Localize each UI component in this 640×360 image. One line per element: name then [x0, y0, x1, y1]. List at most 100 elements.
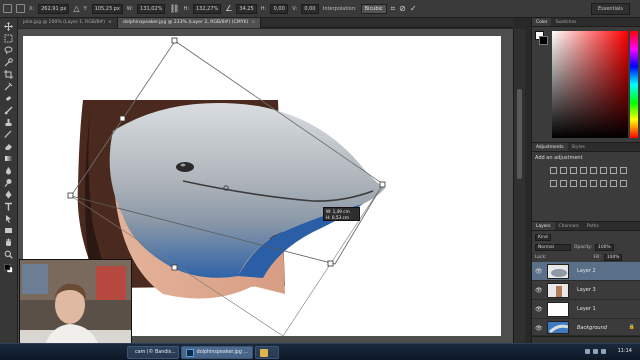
- hand-tool-icon[interactable]: [4, 238, 13, 247]
- tab-channels[interactable]: Channels: [555, 222, 583, 230]
- foreground-background-color-icon[interactable]: [4, 264, 13, 273]
- visibility-eye-icon[interactable]: 👁: [535, 306, 543, 313]
- tab-dolphinspeaker[interactable]: dolphinspeaker.jpg @ 233% (Layer 2, RGB/…: [117, 18, 262, 28]
- angle-field[interactable]: 34,25: [236, 3, 257, 14]
- visibility-eye-icon[interactable]: 👁: [535, 268, 543, 275]
- vibrance-icon[interactable]: [589, 167, 597, 174]
- pen-tool-icon[interactable]: [4, 190, 13, 199]
- taskbar-item-photoshop[interactable]: dolphinspeaker.jpg ...: [181, 346, 253, 359]
- reference-point-icon[interactable]: [16, 4, 25, 13]
- black-white-icon[interactable]: [619, 167, 627, 174]
- color-lookup-icon[interactable]: [569, 180, 577, 187]
- layer-row-background[interactable]: 👁 Background 🔒: [532, 319, 640, 336]
- network-icon[interactable]: [585, 349, 590, 354]
- hskew-field[interactable]: 0,00: [270, 3, 289, 14]
- transform-hud: W: 1,49 cm H: 0,53 cm: [323, 207, 360, 221]
- x-label: X:: [29, 5, 35, 12]
- invert-icon[interactable]: [579, 180, 587, 187]
- delta-icon[interactable]: △: [73, 4, 79, 13]
- marquee-tool-icon[interactable]: [4, 34, 13, 43]
- color-spectrum[interactable]: [552, 31, 628, 138]
- transform-handle-left-top[interactable]: [119, 115, 126, 122]
- tab-styles[interactable]: Styles: [568, 143, 589, 151]
- adjustments-title: Add an adjustment: [535, 155, 583, 161]
- transform-handle-left[interactable]: [67, 192, 74, 199]
- transform-handle-bottom[interactable]: [171, 264, 178, 271]
- blur-tool-icon[interactable]: [4, 166, 13, 175]
- threshold-icon[interactable]: [599, 180, 607, 187]
- vertical-scrollbar[interactable]: [513, 29, 525, 343]
- hue-saturation-icon[interactable]: [599, 167, 607, 174]
- background-swatch[interactable]: [539, 36, 548, 45]
- tab-adjustments[interactable]: Adjustments: [532, 143, 568, 151]
- warp-icon[interactable]: ⌗: [391, 4, 396, 13]
- tab-layers[interactable]: Layers: [532, 222, 555, 230]
- healing-brush-tool-icon[interactable]: [4, 94, 13, 103]
- tab-paths[interactable]: Paths: [583, 222, 603, 230]
- commit-transform-icon[interactable]: ✓: [410, 4, 417, 13]
- tab-swatches[interactable]: Swatches: [551, 18, 580, 26]
- tab-label: dolphinspeaker.jpg @ 233% (Layer 2, RGB/…: [122, 20, 249, 25]
- transform-handle-right[interactable]: [379, 181, 386, 188]
- x-field[interactable]: 262,91 px: [38, 3, 70, 14]
- clock[interactable]: 11:14: [618, 348, 632, 354]
- history-brush-tool-icon[interactable]: [4, 130, 13, 139]
- transform-handle-bottom-right[interactable]: [327, 260, 334, 267]
- photo-filter-icon[interactable]: [549, 180, 557, 187]
- gradient-tool-icon[interactable]: [4, 154, 13, 163]
- blend-mode-select[interactable]: Normal: [535, 243, 571, 251]
- eraser-tool-icon[interactable]: [4, 142, 13, 151]
- vskew-field[interactable]: 0,00: [300, 3, 319, 14]
- link-icon[interactable]: ⛓: [169, 4, 179, 13]
- workspace-select[interactable]: Essentials: [590, 3, 630, 15]
- interpolation-select[interactable]: Bicubic: [360, 3, 387, 14]
- gradient-map-icon[interactable]: [609, 180, 617, 187]
- selective-color-icon[interactable]: [619, 180, 627, 187]
- layer-row-layer-3[interactable]: 👁 Layer 3: [532, 281, 640, 300]
- rectangle-tool-icon[interactable]: [4, 226, 13, 235]
- fill-field[interactable]: 100%: [603, 253, 623, 261]
- volume-icon[interactable]: [593, 349, 598, 354]
- brush-tool-icon[interactable]: [4, 106, 13, 115]
- exposure-icon[interactable]: [579, 167, 587, 174]
- transform-handle-top[interactable]: [171, 37, 178, 44]
- crop-tool-icon[interactable]: [4, 70, 13, 79]
- layer-thumbnail: [547, 302, 569, 317]
- visibility-eye-icon[interactable]: 👁: [535, 287, 543, 294]
- close-icon[interactable]: ×: [108, 20, 112, 25]
- kind-filter-select[interactable]: Kind: [535, 233, 551, 241]
- cancel-transform-icon[interactable]: ⊘: [399, 4, 406, 13]
- layer-row-layer-2[interactable]: 👁 Layer 2: [532, 262, 640, 281]
- levels-icon[interactable]: [559, 167, 567, 174]
- close-icon[interactable]: ×: [251, 20, 255, 25]
- tab-jolie[interactable]: jolie.jpg @ 100% (Layer 1, RGB/8#) ×: [18, 18, 118, 28]
- width-field[interactable]: 131,02%: [137, 3, 166, 14]
- flag-icon[interactable]: [601, 349, 606, 354]
- dodge-tool-icon[interactable]: [4, 178, 13, 187]
- height-field[interactable]: 132,27%: [193, 3, 222, 14]
- channel-mixer-icon[interactable]: [559, 180, 567, 187]
- brightness-icon[interactable]: [549, 167, 557, 174]
- clone-stamp-tool-icon[interactable]: [4, 118, 13, 127]
- quick-selection-tool-icon[interactable]: [4, 58, 13, 67]
- path-selection-tool-icon[interactable]: [4, 214, 13, 223]
- taskbar-item-bandicam[interactable]: cam (© Bandis...: [127, 346, 179, 359]
- zoom-tool-icon[interactable]: [4, 250, 13, 259]
- lasso-tool-icon[interactable]: [4, 46, 13, 55]
- color-balance-icon[interactable]: [609, 167, 617, 174]
- tab-color[interactable]: Color: [532, 18, 552, 26]
- taskbar-item-folder[interactable]: [255, 346, 279, 359]
- scrollbar-thumb[interactable]: [517, 89, 522, 179]
- curves-icon[interactable]: [569, 167, 577, 174]
- hue-slider[interactable]: [630, 31, 638, 138]
- move-tool-icon[interactable]: [4, 22, 13, 31]
- y-field[interactable]: 105,23 px: [91, 3, 123, 14]
- type-tool-icon[interactable]: [4, 202, 13, 211]
- posterize-icon[interactable]: [589, 180, 597, 187]
- eyedropper-tool-icon[interactable]: [4, 82, 13, 91]
- opacity-field[interactable]: 100%: [595, 243, 614, 251]
- visibility-eye-icon[interactable]: 👁: [535, 325, 543, 332]
- adjustments-panel: Adjustments Styles Add an adjustment: [532, 142, 640, 221]
- layer-row-layer-1[interactable]: 👁 Layer 1: [532, 300, 640, 319]
- tool-preset-icon[interactable]: [3, 4, 12, 13]
